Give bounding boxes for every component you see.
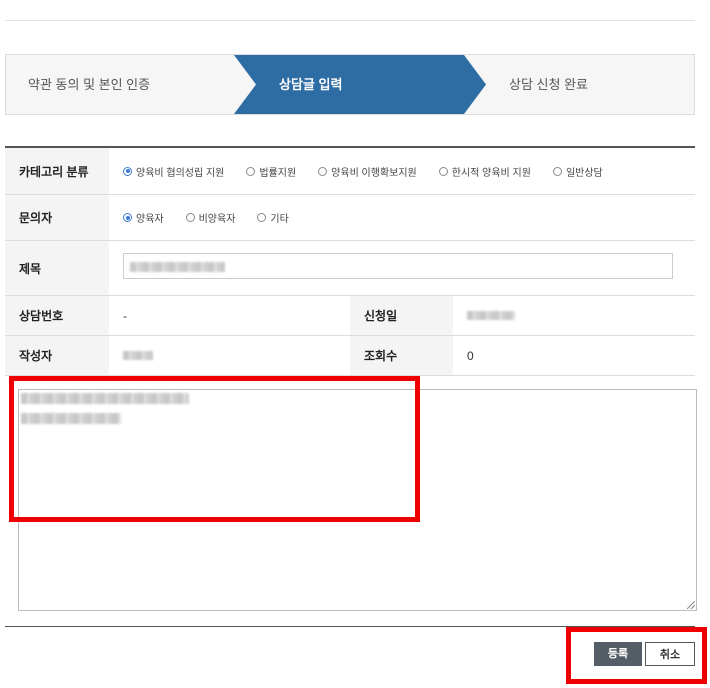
views-value: 0	[467, 348, 474, 363]
category-options: 양육비 협의성립 지원 법률지원 양육비 이행확보지원 한시적 양육비 지원 일…	[109, 148, 695, 194]
content-textarea[interactable]	[18, 389, 697, 611]
category-option-3[interactable]: 한시적 양육비 지원	[438, 164, 531, 179]
inquirer-option-0[interactable]: 양육자	[123, 210, 164, 225]
author-row: 작성자 조회수 0	[5, 336, 695, 376]
title-value-redacted	[130, 262, 225, 272]
request-date-redacted	[467, 311, 515, 320]
register-button[interactable]: 등록	[594, 642, 642, 666]
radio-icon[interactable]	[185, 213, 195, 222]
radio-icon[interactable]	[123, 213, 132, 222]
cancel-button[interactable]: 취소	[645, 642, 695, 666]
radio-icon[interactable]	[552, 166, 562, 176]
views-label: 조회수	[350, 336, 453, 375]
category-option-0[interactable]: 양육비 협의성립 지원	[123, 164, 224, 179]
consult-info-row: 상담번호 - 신청일	[5, 296, 695, 336]
author-value	[109, 336, 350, 375]
inquirer-options: 양육자 비양육자 기타	[109, 195, 695, 240]
inquirer-option-2[interactable]: 기타	[257, 210, 289, 225]
category-row: 카테고리 분류 양육비 협의성립 지원 법률지원 양육비 이행확보지원 한시적 …	[5, 148, 695, 195]
category-option-4[interactable]: 일반상담	[552, 164, 603, 179]
inquirer-row: 문의자 양육자 비양육자 기타	[5, 195, 695, 241]
title-input[interactable]	[123, 253, 673, 279]
title-cell	[109, 241, 695, 295]
top-divider	[5, 20, 695, 21]
content-line-2-redacted	[21, 413, 121, 424]
author-label: 작성자	[5, 336, 109, 375]
content-line-1-redacted	[21, 393, 189, 404]
consult-form: 카테고리 분류 양육비 협의성립 지원 법률지원 양육비 이행확보지원 한시적 …	[5, 146, 695, 376]
title-row: 제목	[5, 241, 695, 296]
radio-icon[interactable]	[438, 166, 448, 176]
radio-icon[interactable]	[318, 166, 328, 176]
inquirer-label: 문의자	[5, 195, 109, 240]
radio-icon[interactable]	[123, 166, 132, 176]
category-option-1[interactable]: 법률지원	[246, 164, 296, 179]
resize-handle-icon[interactable]	[687, 601, 695, 609]
inquirer-option-1[interactable]: 비양육자	[185, 210, 235, 225]
radio-icon[interactable]	[257, 213, 267, 222]
step-1-label: 약관 동의 및 본인 인증	[28, 77, 151, 92]
author-redacted	[123, 351, 153, 360]
radio-icon[interactable]	[246, 166, 256, 176]
step-3-label: 상담 신청 완료	[509, 77, 588, 92]
request-date-value	[453, 296, 695, 335]
consult-no-label: 상담번호	[5, 296, 109, 335]
bottom-divider	[5, 626, 695, 627]
request-date-label: 신청일	[350, 296, 453, 335]
category-label: 카테고리 분류	[5, 148, 109, 194]
title-label: 제목	[5, 241, 109, 295]
consult-no-value: -	[123, 308, 127, 323]
active-step-shape	[234, 55, 486, 114]
category-option-2[interactable]: 양육비 이행확보지원	[318, 164, 417, 179]
step-indicator: 약관 동의 및 본인 인증 상담글 입력 상담 신청 완료	[5, 54, 695, 115]
step-2-label: 상담글 입력	[279, 77, 343, 92]
